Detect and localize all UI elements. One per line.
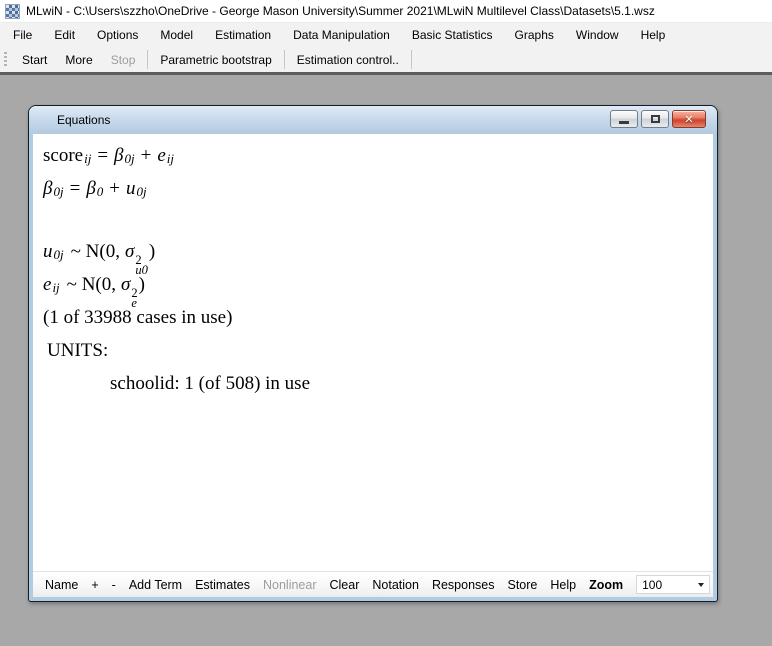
- cases-in-use-text: (1 of 33988 cases in use): [43, 301, 705, 334]
- eq1-error-sub: ij: [167, 151, 174, 166]
- eq2-u-sub: 0j: [137, 184, 147, 199]
- eq2-beta0j: β: [43, 178, 52, 199]
- minimize-button[interactable]: [610, 110, 638, 128]
- menu-help[interactable]: Help: [630, 23, 677, 47]
- app-titlebar: MLwiN - C:\Users\szzho\OneDrive - George…: [0, 0, 772, 23]
- equations-content: scoreij=β0j+eij β0j=β0+u0j u0j~ N(0,σ2u0…: [33, 134, 713, 571]
- more-button[interactable]: More: [56, 53, 101, 67]
- restore-button[interactable]: [641, 110, 669, 128]
- responses-button[interactable]: Responses: [432, 578, 495, 592]
- estimates-button[interactable]: Estimates: [195, 578, 250, 592]
- units-label: UNITS:: [43, 334, 705, 367]
- eq4-sigma: σ: [121, 274, 130, 295]
- eq4-normal: ~ N(0,: [67, 274, 116, 295]
- equation-line-u-distribution[interactable]: u0j~ N(0,σ2u0): [43, 235, 705, 268]
- equation-spacer: [43, 205, 705, 235]
- eq3-u-sub: 0j: [54, 247, 64, 262]
- eq1-beta-sub: 0j: [125, 151, 135, 166]
- estimation-control-button[interactable]: Estimation control..: [288, 53, 408, 67]
- plus-button[interactable]: +: [91, 578, 98, 592]
- minus-button[interactable]: -: [112, 578, 116, 592]
- toolbar-separator: [411, 50, 412, 69]
- toolbar-grip-icon[interactable]: [4, 52, 7, 68]
- nonlinear-button: Nonlinear: [263, 578, 317, 592]
- app-title: MLwiN - C:\Users\szzho\OneDrive - George…: [26, 4, 655, 18]
- menu-basic-statistics[interactable]: Basic Statistics: [401, 23, 504, 47]
- eq2-beta0-sub: 0: [97, 184, 104, 199]
- menu-window[interactable]: Window: [565, 23, 630, 47]
- eq1-response: score: [43, 145, 83, 166]
- mdi-workspace: Equations ✕ scoreij=β0j+eij β0j=: [0, 72, 772, 646]
- eq4-e-sub: ij: [52, 280, 59, 295]
- eq1-equals: =: [97, 145, 108, 166]
- equations-client-area: scoreij=β0j+eij β0j=β0+u0j u0j~ N(0,σ2u0…: [33, 134, 713, 597]
- eq3-close-paren: ): [149, 241, 155, 262]
- eq2-equals: =: [70, 178, 81, 199]
- eq4-close-paren: ): [139, 274, 145, 295]
- eq4-e: e: [43, 274, 51, 295]
- menu-data-manipulation[interactable]: Data Manipulation: [282, 23, 401, 47]
- zoom-value: 100: [642, 578, 662, 592]
- menu-options[interactable]: Options: [86, 23, 149, 47]
- equation-line-1[interactable]: scoreij=β0j+eij: [43, 139, 705, 172]
- clear-button[interactable]: Clear: [330, 578, 360, 592]
- equation-line-2[interactable]: β0j=β0+u0j: [43, 172, 705, 205]
- eq1-plus: +: [141, 145, 152, 166]
- stop-button: Stop: [102, 53, 145, 67]
- units-schoolid-text: schoolid: 1 (of 508) in use: [43, 367, 705, 400]
- eq1-error-term: e: [157, 145, 165, 166]
- menu-edit[interactable]: Edit: [43, 23, 86, 47]
- help-button[interactable]: Help: [550, 578, 576, 592]
- zoom-select[interactable]: 100: [636, 575, 710, 594]
- name-button[interactable]: Name: [45, 578, 78, 592]
- eq1-beta: β: [114, 145, 123, 166]
- restore-icon: [651, 115, 660, 123]
- app-icon: [5, 4, 20, 19]
- menubar: File Edit Options Model Estimation Data …: [0, 23, 772, 47]
- caption-buttons: ✕: [610, 106, 706, 128]
- equations-titlebar[interactable]: Equations ✕: [29, 106, 717, 134]
- store-button[interactable]: Store: [507, 578, 537, 592]
- eq2-plus: +: [109, 178, 120, 199]
- start-button[interactable]: Start: [13, 53, 56, 67]
- menu-graphs[interactable]: Graphs: [504, 23, 565, 47]
- eq3-normal: ~ N(0,: [71, 241, 120, 262]
- eq2-beta0: β: [86, 178, 95, 199]
- toolbar-separator: [147, 50, 148, 69]
- close-icon: ✕: [684, 114, 693, 125]
- equations-window: Equations ✕ scoreij=β0j+eij β0j=: [28, 105, 718, 602]
- eq2-u-term: u: [126, 178, 136, 199]
- parametric-bootstrap-button[interactable]: Parametric bootstrap: [151, 53, 280, 67]
- chevron-down-icon[interactable]: [698, 583, 704, 587]
- equation-line-e-distribution[interactable]: eij~ N(0,σ2e): [43, 268, 705, 301]
- eq3-sigma: σ: [125, 241, 134, 262]
- menu-model[interactable]: Model: [149, 23, 204, 47]
- zoom-label: Zoom: [589, 578, 623, 592]
- eq1-response-sub: ij: [84, 151, 91, 166]
- menu-file[interactable]: File: [2, 23, 43, 47]
- close-button[interactable]: ✕: [672, 110, 706, 128]
- eq2-beta0j-sub: 0j: [53, 184, 63, 199]
- eq3-u: u: [43, 241, 53, 262]
- add-term-button[interactable]: Add Term: [129, 578, 182, 592]
- minimize-icon: [619, 121, 629, 124]
- equations-window-title: Equations: [57, 106, 110, 134]
- menu-estimation[interactable]: Estimation: [204, 23, 282, 47]
- toolbar: Start More Stop Parametric bootstrap Est…: [0, 47, 772, 72]
- equations-bottom-toolbar: Name + - Add Term Estimates Nonlinear Cl…: [33, 571, 713, 597]
- notation-button[interactable]: Notation: [372, 578, 419, 592]
- toolbar-separator: [284, 50, 285, 69]
